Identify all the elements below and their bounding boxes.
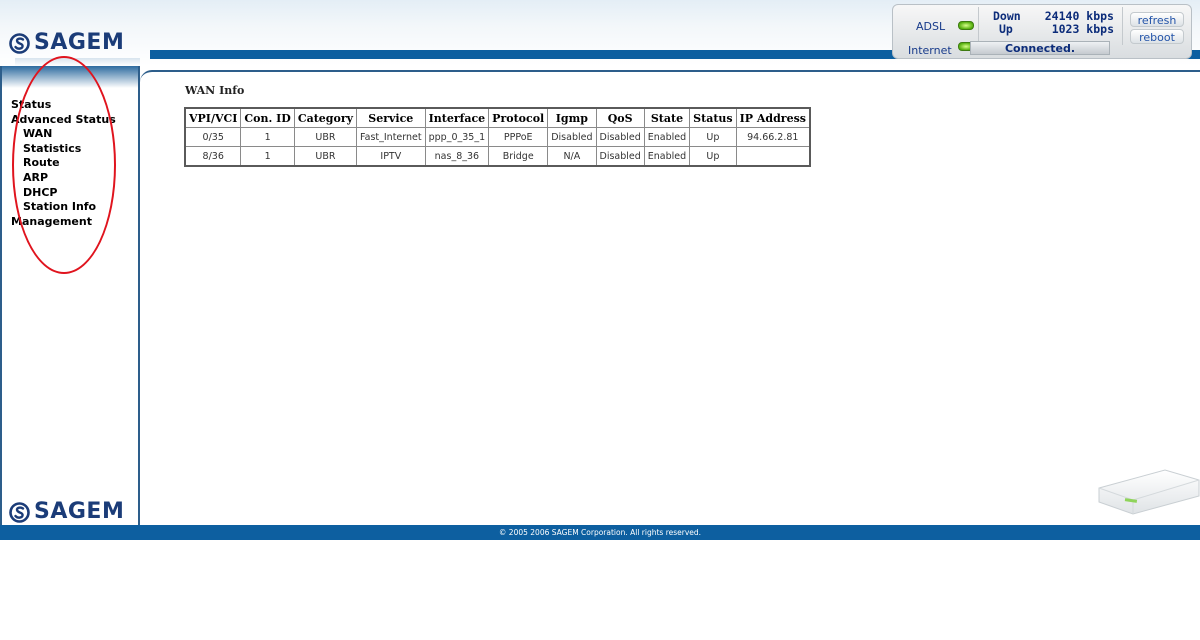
up-label: Up bbox=[999, 22, 1013, 36]
table-cell: 1 bbox=[240, 146, 295, 167]
table-cell: Disabled bbox=[547, 127, 597, 147]
connection-status: Connected. bbox=[970, 41, 1110, 55]
table-cell: Disabled bbox=[595, 127, 645, 147]
column-header: Service bbox=[356, 107, 426, 128]
column-header: Protocol bbox=[488, 107, 549, 128]
column-header: IP Address bbox=[735, 107, 811, 128]
table-cell: 94.66.2.81 bbox=[735, 127, 811, 147]
table-cell: Up bbox=[689, 127, 737, 147]
sagem-logo-icon bbox=[9, 501, 30, 523]
column-header: Status bbox=[689, 107, 737, 128]
table-row: 8/36 1 UBR IPTV nas_8_36 Bridge N/A Disabled Ena… bbox=[184, 146, 811, 167]
adsl-label: ADSL bbox=[916, 20, 946, 33]
sagem-logo-icon bbox=[9, 32, 30, 54]
table-cell: 1 bbox=[240, 127, 295, 147]
column-header: State bbox=[643, 107, 691, 128]
table-cell: N/A bbox=[547, 146, 597, 167]
table-body: 0/35 1 UBR Fast_Internet ppp_0_35_1 PPPoE Disa… bbox=[184, 127, 811, 167]
refresh-button[interactable]: refresh bbox=[1130, 12, 1184, 27]
adsl-led-icon bbox=[958, 21, 974, 30]
line-rates: Down 24140 kbps Up 1023 kbps bbox=[989, 10, 1114, 36]
table-cell: 0/35 bbox=[184, 127, 242, 147]
wan-info-table: VPI/VCI Con. ID Category Service Interface Pr… bbox=[184, 107, 811, 167]
up-rate: 1023 kbps bbox=[1051, 22, 1114, 36]
logo-text: SAGEM bbox=[34, 499, 125, 524]
table-cell bbox=[735, 146, 811, 167]
internet-label: Internet bbox=[908, 44, 952, 57]
column-header: Igmp bbox=[547, 107, 597, 128]
column-header: Category bbox=[293, 107, 358, 128]
table-cell: ppp_0_35_1 bbox=[424, 127, 490, 147]
header: SAGEM ADSL Internet Down 24140 kbps Up 1… bbox=[0, 0, 1200, 66]
table-row: 0/35 1 UBR Fast_Internet ppp_0_35_1 PPPoE Disa… bbox=[184, 127, 811, 147]
table-cell: PPPoE bbox=[488, 127, 549, 147]
table-cell: 8/36 bbox=[184, 146, 242, 167]
table-cell: UBR bbox=[293, 127, 358, 147]
table-cell: Enabled bbox=[643, 127, 691, 147]
table-cell: Up bbox=[689, 146, 737, 167]
table-cell: Fast_Internet bbox=[356, 127, 426, 147]
table-cell: Bridge bbox=[488, 146, 549, 167]
logo-text: SAGEM bbox=[34, 30, 125, 55]
connection-status-widget: ADSL Internet Down 24140 kbps Up 1023 kb… bbox=[892, 4, 1192, 59]
table-cell: nas_8_36 bbox=[424, 146, 490, 167]
widget-divider bbox=[978, 7, 979, 45]
table-cell: Disabled bbox=[595, 146, 645, 167]
table-header-row: VPI/VCI Con. ID Category Service Interface Pr… bbox=[184, 107, 811, 128]
table-cell: IPTV bbox=[356, 146, 426, 167]
footer: © 2005 2006 SAGEM Corporation. All right… bbox=[0, 525, 1200, 540]
column-header: QoS bbox=[595, 107, 645, 128]
router-admin-page: SAGEM ADSL Internet Down 24140 kbps Up 1… bbox=[0, 0, 1200, 540]
table-cell: UBR bbox=[293, 146, 358, 167]
widget-divider bbox=[1122, 7, 1123, 45]
column-header: Interface bbox=[424, 107, 490, 128]
sagem-logo: SAGEM bbox=[9, 32, 124, 54]
page-title: WAN Info bbox=[185, 84, 245, 97]
sagem-logo-bottom: SAGEM bbox=[9, 501, 124, 523]
reboot-button[interactable]: reboot bbox=[1130, 29, 1184, 44]
column-header: VPI/VCI bbox=[184, 107, 242, 128]
red-annotation-circle bbox=[12, 56, 116, 274]
column-header: Con. ID bbox=[240, 107, 295, 128]
router-device-image bbox=[1098, 469, 1200, 515]
table-cell: Enabled bbox=[643, 146, 691, 167]
